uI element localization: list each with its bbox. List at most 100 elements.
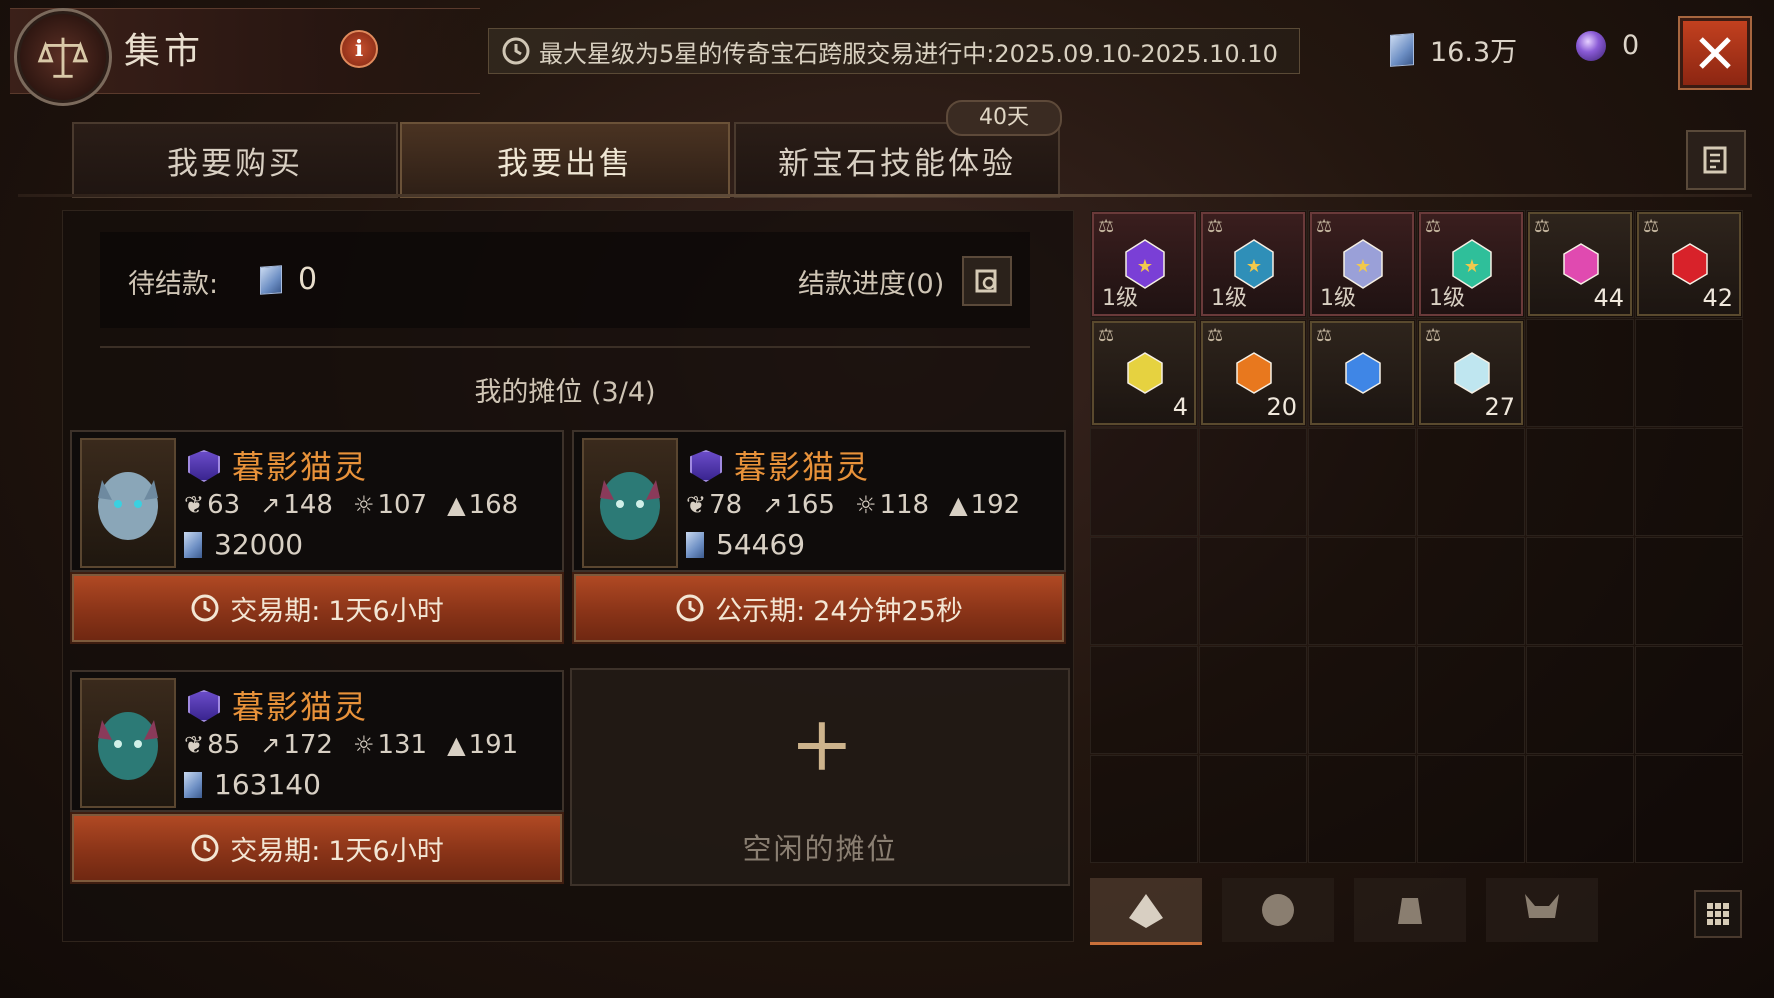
pet-stats: ❦ 78 ↗ 165 ☼ 118 ▲ 192 xyxy=(686,490,1040,520)
inventory-cell[interactable] xyxy=(1635,428,1743,536)
item-quantity: 44 xyxy=(1593,284,1624,312)
gem-icon xyxy=(1236,352,1272,394)
timer-label: 公示期: xyxy=(715,595,806,627)
inventory-item[interactable]: ⚖ 20 xyxy=(1201,321,1305,425)
svg-text:★: ★ xyxy=(1355,256,1371,277)
timer-value: 24分钟25秒 xyxy=(813,595,963,627)
inventory-cell[interactable] xyxy=(1308,428,1416,536)
inventory-cell[interactable] xyxy=(1417,537,1525,645)
item-quantity: 27 xyxy=(1484,393,1515,421)
tab-sell[interactable]: 我要出售 xyxy=(400,122,730,198)
inventory-cell[interactable] xyxy=(1526,755,1634,863)
add-icon[interactable]: + xyxy=(790,706,854,782)
inventory-cell[interactable] xyxy=(1090,755,1198,863)
inventory-item[interactable]: ⚖ 44 xyxy=(1528,212,1632,316)
inventory-cell[interactable] xyxy=(1635,755,1743,863)
gem-bag-tab[interactable] xyxy=(1090,878,1202,945)
close-button[interactable] xyxy=(1680,18,1750,88)
currency-gems-value: 16.3万 xyxy=(1430,37,1518,68)
inventory-cell[interactable] xyxy=(1308,537,1416,645)
gem-level: 1级 xyxy=(1211,286,1247,311)
tradable-icon: ⚖ xyxy=(1098,325,1115,346)
record-button[interactable] xyxy=(1686,130,1746,190)
inventory-cell[interactable] xyxy=(1090,537,1198,645)
timer-label: 交易期: xyxy=(230,595,321,627)
inventory-cell[interactable] xyxy=(1308,755,1416,863)
inventory-cell[interactable] xyxy=(1199,428,1307,536)
grid-view-button[interactable] xyxy=(1694,890,1742,938)
inventory-cell[interactable] xyxy=(1417,428,1525,536)
tradable-icon: ⚖ xyxy=(1207,216,1224,237)
gem-icon xyxy=(1672,243,1708,285)
platinum-icon xyxy=(184,771,202,798)
pet-name: 暮影猫灵 xyxy=(734,448,871,486)
inventory-cell[interactable] xyxy=(1635,319,1743,427)
inventory-cell[interactable] xyxy=(1199,646,1307,754)
stat-value: 118 xyxy=(879,490,930,520)
listing-card[interactable]: 暮影猫灵 ❦ 85 ↗ 172 ☼ 131 ▲ 191 163140 交易期: 1天6小… xyxy=(70,670,564,892)
stat-value: 78 xyxy=(709,490,743,520)
inventory-cell[interactable] xyxy=(1635,646,1743,754)
currency-gems: 16.3万 xyxy=(1390,30,1517,69)
inventory-cell[interactable] xyxy=(1526,428,1634,536)
stat-value: 172 xyxy=(283,730,333,760)
tab-buy[interactable]: 我要购买 xyxy=(72,122,398,198)
platinum-icon xyxy=(686,531,704,558)
platinum-icon xyxy=(260,265,282,295)
inventory-item[interactable]: ⚖ xyxy=(1310,321,1414,425)
price-value: 32000 xyxy=(214,528,304,561)
inventory-grid: ⚖ ★ 1级 ⚖ ★ 1级 ⚖ ★ 1级 ⚖ ★ 1级 ⚖ 44 ⚖ 42 ⚖ 4 ⚖ 20 ⚖ ⚖ 27 xyxy=(1090,210,1743,870)
currency-orbs: 0 xyxy=(1576,30,1639,61)
stat-value: 191 xyxy=(468,730,519,760)
inventory-item[interactable]: ⚖ ★ 1级 xyxy=(1092,212,1196,316)
price-value: 54469 xyxy=(716,528,806,561)
rune-tab[interactable] xyxy=(1222,878,1334,942)
listing-card[interactable]: 暮影猫灵 ❦ 78 ↗ 165 ☼ 118 ▲ 192 54469 公示期: 24分钟2… xyxy=(572,430,1066,652)
arrow-icon: ↗ xyxy=(260,491,281,519)
info-button[interactable]: i xyxy=(340,30,378,68)
stat-value: 148 xyxy=(283,490,333,520)
svg-text:★: ★ xyxy=(1464,256,1480,277)
gem-level: 1级 xyxy=(1102,286,1138,311)
inventory-item[interactable]: ⚖ ★ 1级 xyxy=(1419,212,1523,316)
inventory-item[interactable]: ⚖ 42 xyxy=(1637,212,1741,316)
pet-stats: ❦ 63 ↗ 148 ☼ 107 ▲ 168 xyxy=(184,490,538,520)
stat-value: 192 xyxy=(970,490,1021,520)
gem-level: 1级 xyxy=(1429,286,1465,311)
inventory-cell[interactable] xyxy=(1090,428,1198,536)
inventory-cell[interactable] xyxy=(1526,646,1634,754)
clock-icon xyxy=(191,594,219,622)
arrow-icon: ↗ xyxy=(762,491,783,519)
price-value: 163140 xyxy=(214,768,321,801)
rank-icon xyxy=(188,690,220,722)
tradable-icon: ⚖ xyxy=(1425,325,1442,346)
page-title: 集市 xyxy=(124,31,205,72)
inventory-cell[interactable] xyxy=(1526,319,1634,427)
currency-orbs-value: 0 xyxy=(1622,30,1640,61)
event-notice: 最大星级为5星的传奇宝石跨服交易进行中:2025.09.10-2025.10.1… xyxy=(488,28,1300,74)
inventory-item[interactable]: ⚖ 4 xyxy=(1092,321,1196,425)
sack-tab[interactable] xyxy=(1354,878,1466,942)
tradable-icon: ⚖ xyxy=(1207,325,1224,346)
inventory-cell[interactable] xyxy=(1199,537,1307,645)
inventory-cell[interactable] xyxy=(1199,755,1307,863)
ledger-icon xyxy=(975,269,997,293)
inventory-item[interactable]: ⚖ ★ 1级 xyxy=(1310,212,1414,316)
inventory-cell[interactable] xyxy=(1417,646,1525,754)
listing-card[interactable]: 暮影猫灵 ❦ 63 ↗ 148 ☼ 107 ▲ 168 32000 交易期: 1天6小时 xyxy=(70,430,564,652)
scroll-icon xyxy=(1703,146,1727,174)
inventory-item[interactable]: ⚖ 27 xyxy=(1419,321,1523,425)
demon-tab[interactable] xyxy=(1486,878,1598,942)
tradable-icon: ⚖ xyxy=(1316,216,1333,237)
pending-label: 待结款: xyxy=(128,269,219,300)
payment-progress-button[interactable] xyxy=(962,256,1012,306)
inventory-cell[interactable] xyxy=(1526,537,1634,645)
inventory-cell[interactable] xyxy=(1090,646,1198,754)
inventory-cell[interactable] xyxy=(1417,755,1525,863)
inventory-item[interactable]: ⚖ ★ 1级 xyxy=(1201,212,1305,316)
rank-icon xyxy=(690,450,722,482)
inventory-cell[interactable] xyxy=(1308,646,1416,754)
leaf-icon: ❦ xyxy=(184,491,205,519)
listing-price: 54469 xyxy=(686,528,805,561)
inventory-cell[interactable] xyxy=(1635,537,1743,645)
